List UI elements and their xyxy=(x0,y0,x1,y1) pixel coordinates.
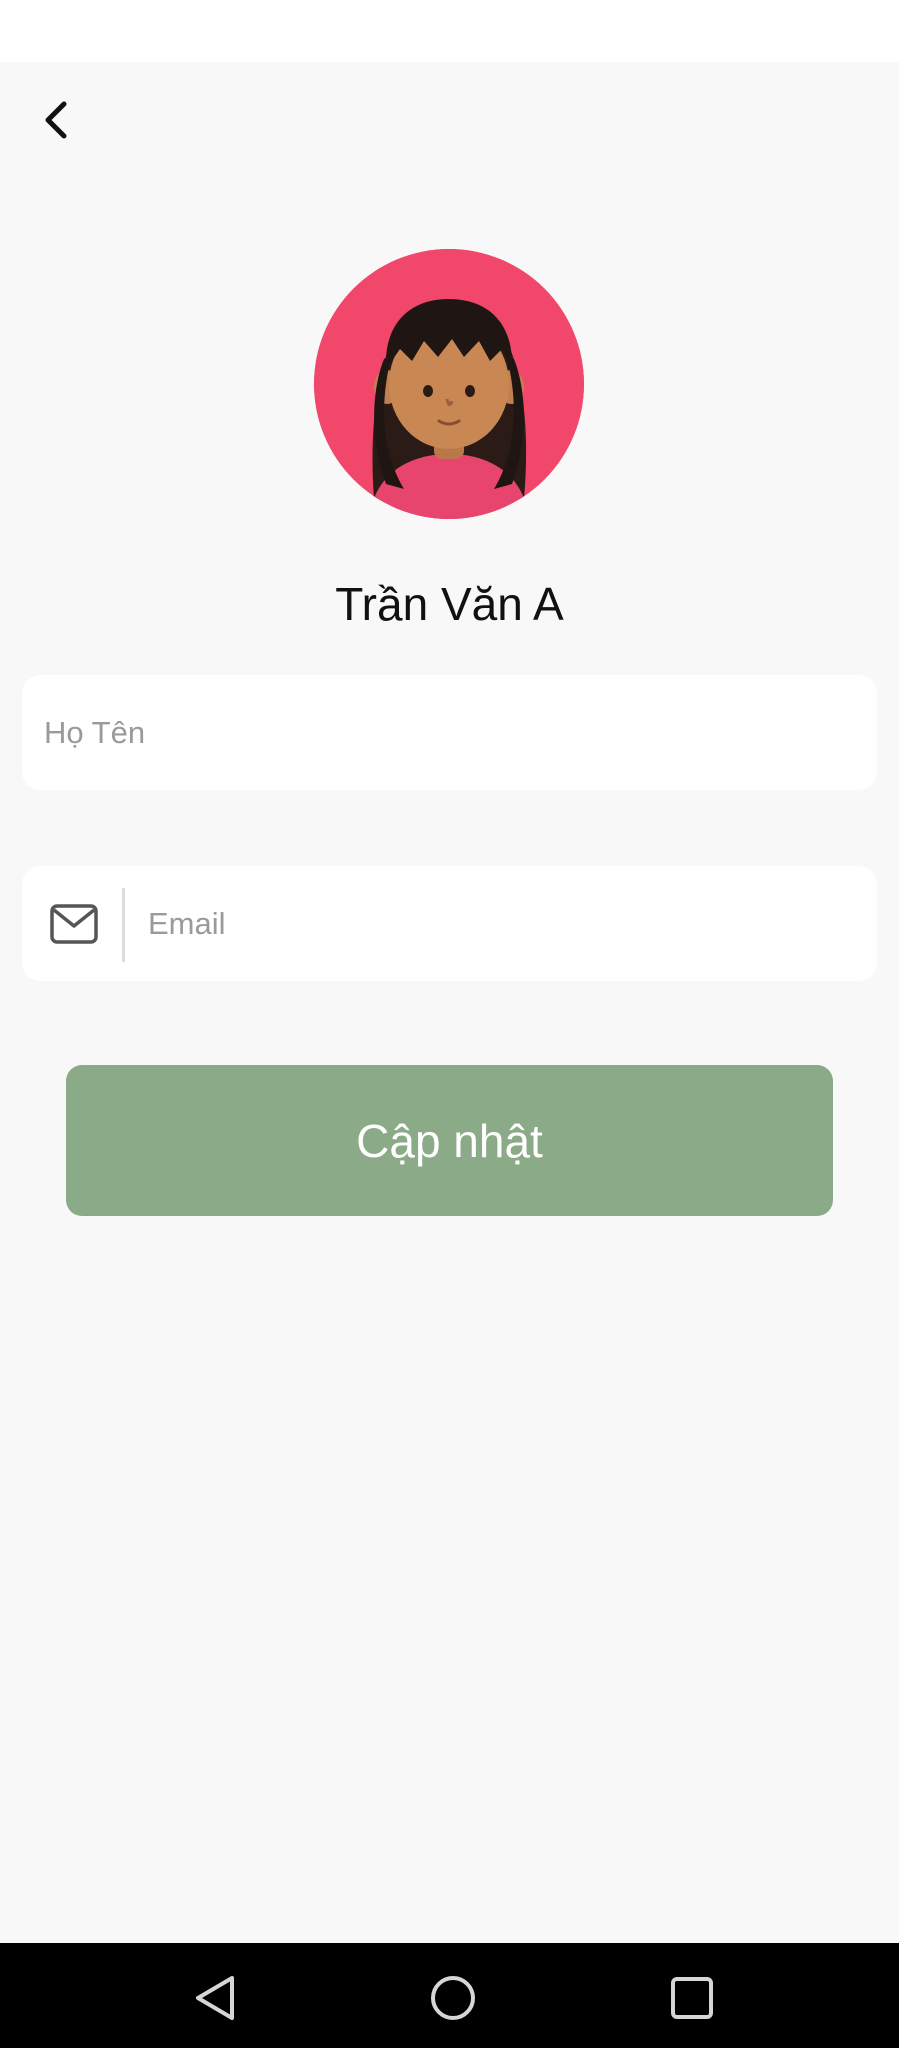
status-bar xyxy=(0,0,899,62)
email-field[interactable] xyxy=(22,866,877,981)
email-divider xyxy=(122,888,125,962)
cartoon-girl-avatar-image xyxy=(314,249,584,519)
home-circle-icon xyxy=(431,1976,475,2020)
back-triangle-icon xyxy=(196,1976,234,2020)
avatar[interactable] xyxy=(314,249,584,519)
back-button[interactable] xyxy=(30,90,82,150)
name-field[interactable] xyxy=(22,675,877,790)
nav-home-button[interactable] xyxy=(418,1963,488,2033)
nav-back-button[interactable] xyxy=(180,1963,250,2033)
update-button[interactable]: Cập nhật xyxy=(66,1065,833,1216)
email-input[interactable] xyxy=(148,866,848,981)
recents-square-icon xyxy=(671,1977,713,2019)
chevron-left-icon xyxy=(45,101,67,139)
user-name: Trần Văn A xyxy=(335,578,564,630)
nav-recents-button[interactable] xyxy=(657,1963,727,2033)
envelope-icon xyxy=(50,904,98,944)
name-input[interactable] xyxy=(44,675,854,790)
system-nav-bar xyxy=(0,1943,899,2048)
